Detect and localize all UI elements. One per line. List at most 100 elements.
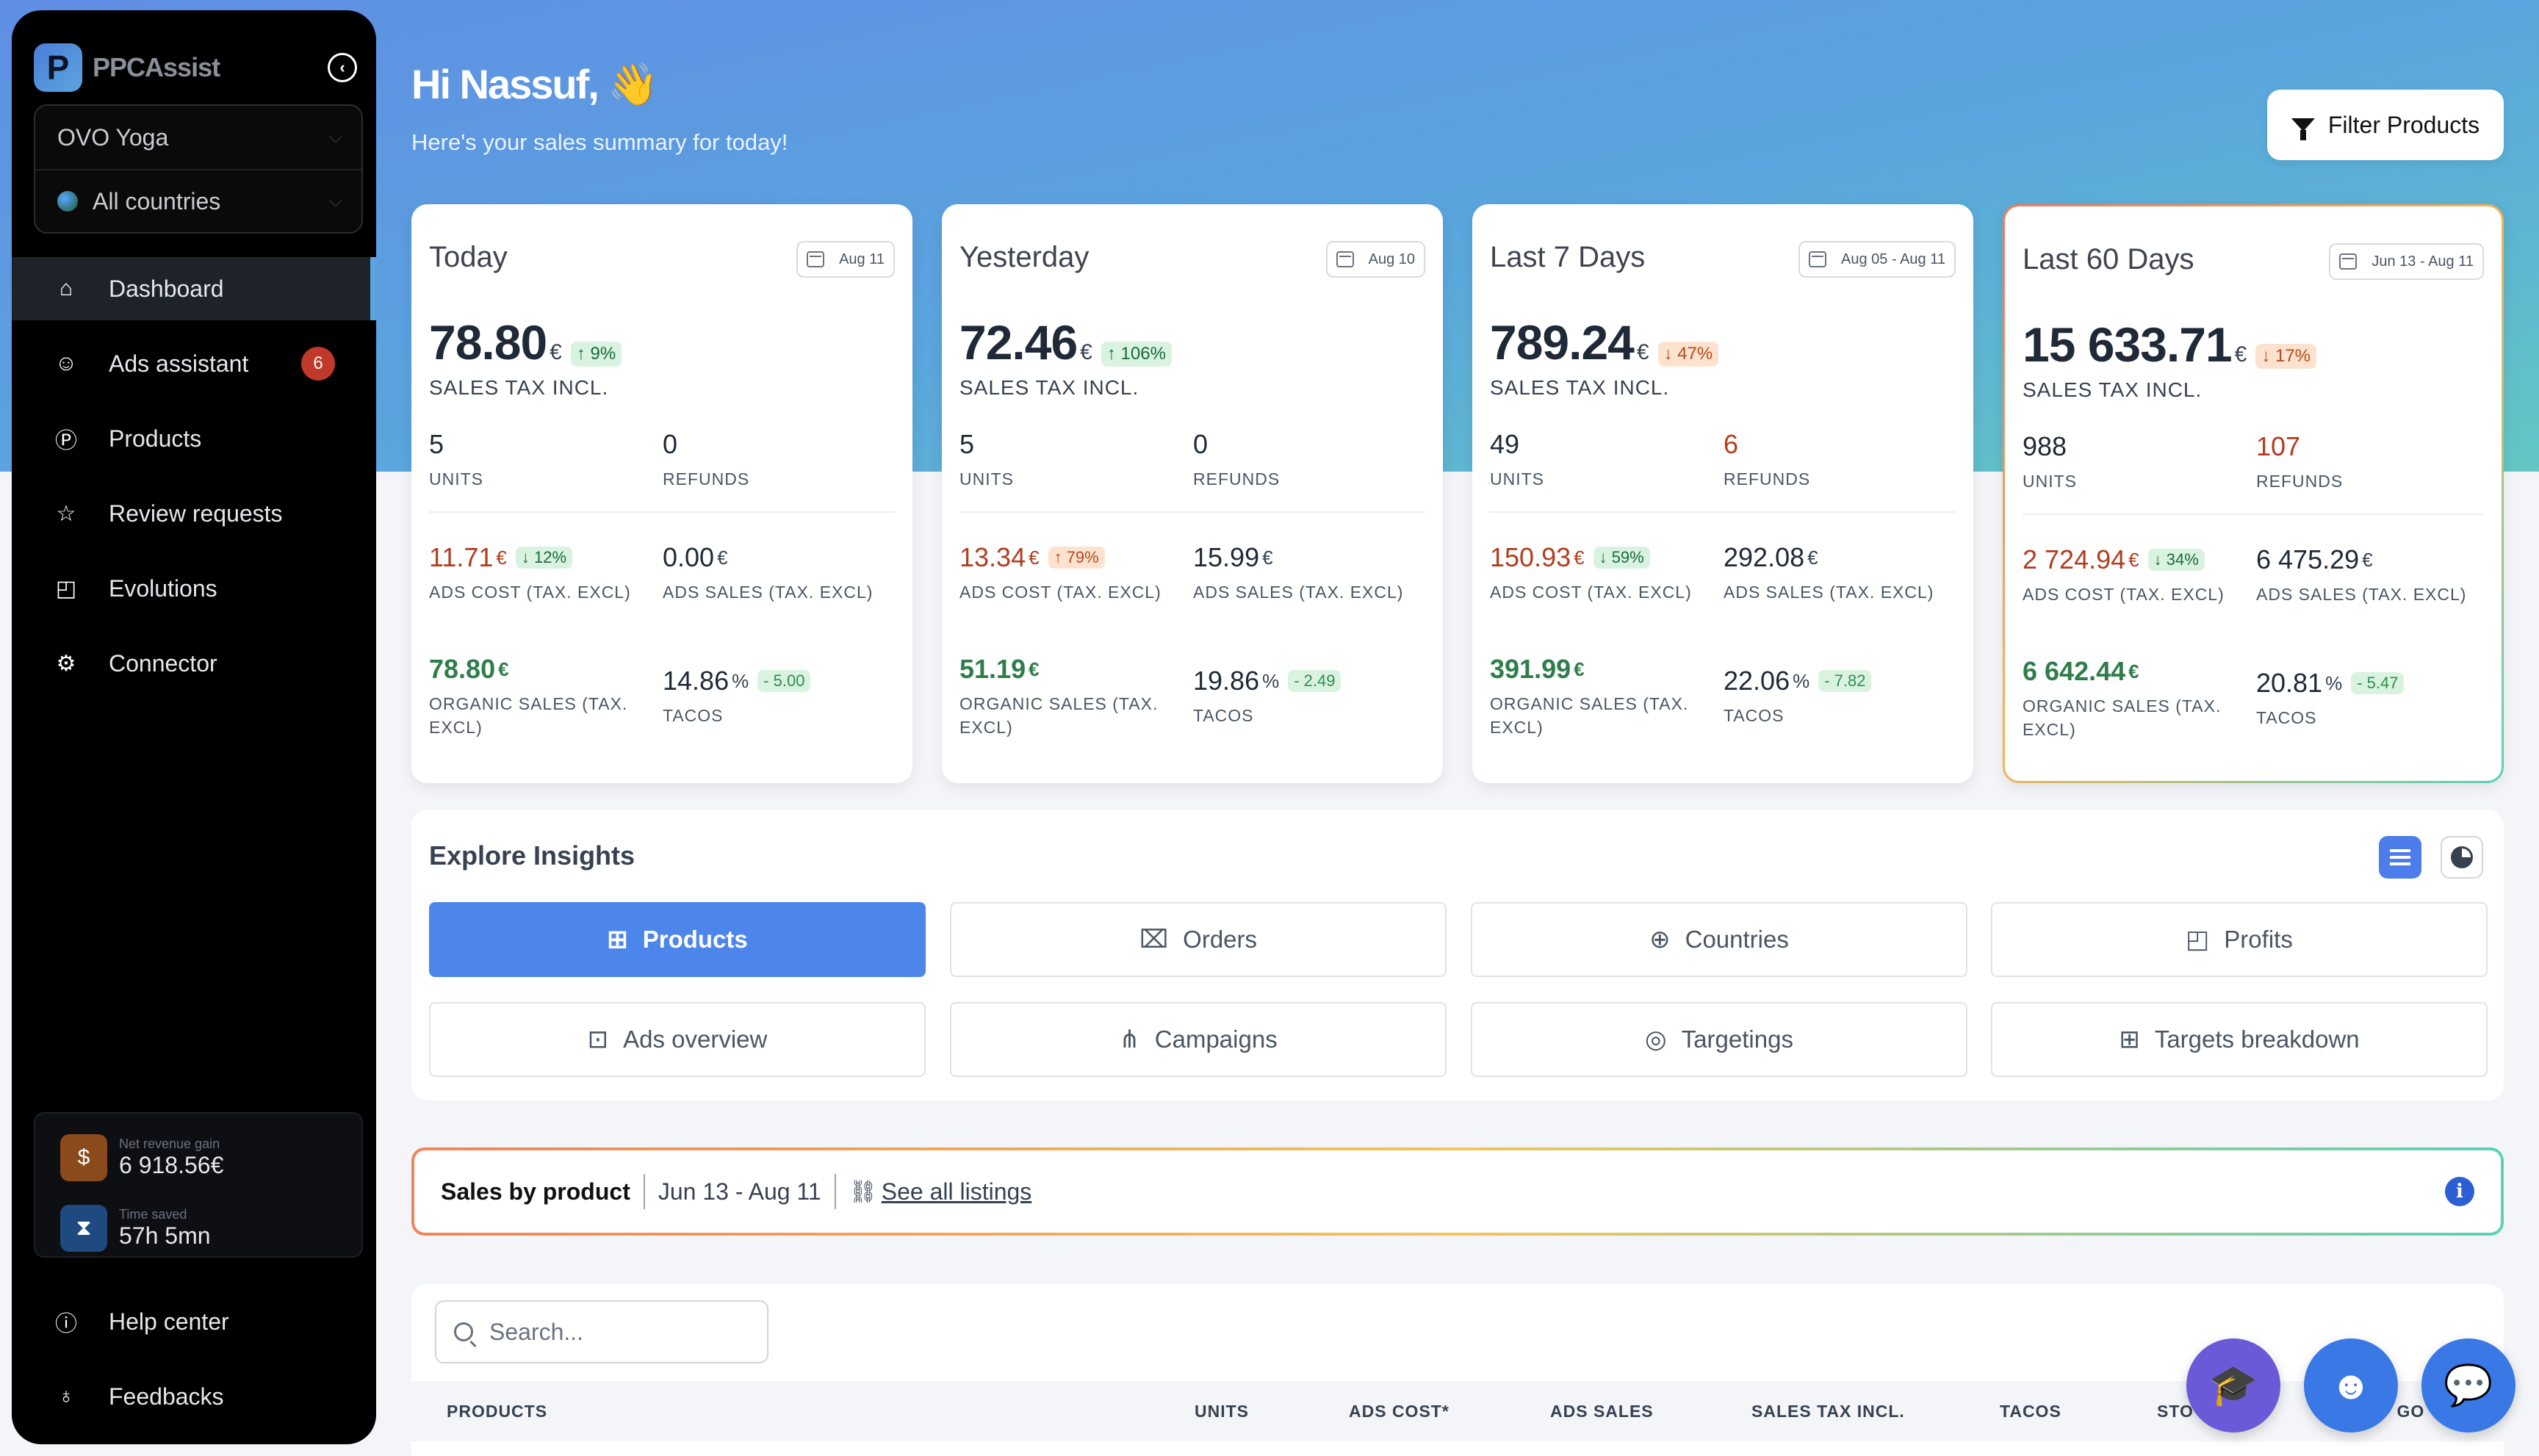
sidebar-item-label: Feedbacks [109, 1383, 224, 1410]
date-chip[interactable]: Jun 13 - Aug 11 [2329, 243, 2484, 280]
currency: € [1029, 657, 1040, 680]
change-badge: ↓ 34% [2147, 549, 2205, 571]
organic-sales-stat: 6 642.44 € ORGANIC SALES (TAX. EXCL) [2023, 656, 2243, 741]
chart-view-button[interactable] [2441, 836, 2483, 879]
store-select[interactable]: OVO Yoga ⌵ [35, 106, 361, 169]
currency: € [550, 340, 562, 364]
sidebar-item-dashboard[interactable]: ⌂ Dashboard [12, 257, 376, 320]
bulb-icon: ♁ [57, 1384, 75, 1408]
organic-sales-value: 6 642.44 € [2023, 656, 2243, 687]
ads-sales-value: 292.08 € [1724, 542, 1944, 573]
grid-icon: ⊞ [2119, 1026, 2140, 1053]
insight-countries-button[interactable]: ⊕ Countries [1471, 902, 1967, 977]
insight-targets-breakdown-button[interactable]: ⊞ Targets breakdown [1991, 1002, 2488, 1077]
currency: € [1080, 340, 1092, 364]
country-select[interactable]: All countries ⌵ [35, 169, 361, 232]
column-header[interactable]: ADS COST* [1349, 1381, 1449, 1441]
tacos-amount: 14.86 [663, 666, 730, 696]
sidebar-item-feedbacks[interactable]: ♁ Feedbacks [12, 1365, 376, 1428]
currency: € [2128, 660, 2139, 682]
refunds-value: 0 [663, 429, 678, 459]
units-value: 49 [1490, 429, 1520, 459]
ads-sales-value: 15.99 € [1193, 542, 1413, 573]
change-badge: - 5.47 [2351, 672, 2405, 694]
refunds-label: REFUNDS [1724, 469, 1811, 489]
date-chip-label: Aug 05 - Aug 11 [1841, 251, 1945, 267]
globe-icon [57, 191, 78, 212]
ads-cost-value: 13.34 € ↑ 79% [959, 542, 1180, 573]
home-icon: ⌂ [59, 276, 73, 300]
percent: % [2325, 671, 2343, 694]
summary-card: Today Aug 11 78.80 € ↑ 9% SALES TAX INCL… [411, 204, 912, 783]
search-input[interactable]: Search... [435, 1300, 768, 1363]
product-icon: Ⓟ [55, 429, 77, 453]
assistant-bot-button[interactable]: ☻ [2304, 1338, 2398, 1432]
divider [2023, 513, 2484, 515]
date-chip[interactable]: Aug 05 - Aug 11 [1798, 241, 1956, 278]
insight-orders-button[interactable]: ⌧ Orders [950, 902, 1447, 977]
sidebar-item-label: Dashboard [109, 275, 224, 302]
see-all-listings-link[interactable]: See all listings [882, 1178, 1032, 1205]
tacos-value: 20.81% - 5.47 [2256, 668, 2477, 699]
insight-products-button[interactable]: ⊞ Products [429, 902, 926, 977]
chat-button[interactable]: 💬 [2421, 1338, 2515, 1432]
list-icon [2390, 849, 2410, 865]
change-badge: ↑ 9% [570, 342, 622, 367]
sidebar-item-connector[interactable]: ⚙ Connector [12, 632, 376, 695]
date-chip[interactable]: Aug 11 [796, 241, 895, 278]
sidebar-item-products[interactable]: Ⓟ Products [12, 407, 376, 470]
ads-cost-stat: 2 724.94 € ↓ 34% ADS COST (TAX. EXCL) [2023, 544, 2243, 606]
ads-sales-stat: 0.00 € ADS SALES (TAX. EXCL) [663, 542, 883, 604]
ads-sales-label: ADS SALES (TAX. EXCL) [1724, 583, 1934, 602]
insight-targetings-button[interactable]: ◎ Targetings [1471, 1002, 1967, 1077]
list-view-button[interactable] [2379, 836, 2421, 879]
sidebar-item-review-requests[interactable]: ☆ Review requests [12, 482, 376, 545]
chat-bubble-icon: 💬 [2443, 1363, 2493, 1408]
column-header[interactable]: SALES TAX INCL. [1751, 1381, 1905, 1441]
ads-sales-stat: 6 475.29 € ADS SALES (TAX. EXCL) [2256, 544, 2477, 606]
organic-sales-value: 78.80 € [429, 654, 649, 685]
currency: € [1807, 546, 1818, 569]
insight-label: Targets breakdown [2154, 1026, 2360, 1053]
column-header[interactable]: ADS SALES [1550, 1381, 1654, 1441]
refunds-value: 6 [1724, 429, 1739, 459]
sidebar-item-label: Review requests [109, 500, 283, 527]
academy-button[interactable]: 🎓 [2186, 1338, 2280, 1432]
units-value: 5 [959, 429, 975, 459]
sidebar-item-help-center[interactable]: ⓘ Help center [12, 1290, 376, 1353]
card-title: Last 60 Days [2023, 243, 2194, 275]
organic-sales-stat: 51.19 € ORGANIC SALES (TAX. EXCL) [959, 654, 1180, 739]
tacos-stat: 19.86% - 2.49 TACOS [1193, 666, 1413, 727]
sidebar-bottom-nav: ⓘ Help center ♁ Feedbacks [12, 1290, 376, 1440]
insight-profits-button[interactable]: ◰ Profits [1991, 902, 2488, 977]
ads-cost-amount: 13.34 [959, 542, 1026, 572]
ads-sales-amount: 15.99 [1193, 542, 1260, 572]
insight-campaigns-button[interactable]: ⋔ Campaigns [950, 1002, 1447, 1077]
sidebar-item-ads-assistant[interactable]: ☺ Ads assistant 6 [12, 332, 376, 395]
tacos-amount: 20.81 [2256, 668, 2323, 698]
ads-sales-label: ADS SALES (TAX. EXCL) [663, 583, 874, 602]
store-country-selector: OVO Yoga ⌵ All countries ⌵ [34, 104, 363, 234]
filter-products-button[interactable]: Filter Products [2267, 90, 2504, 160]
logo[interactable]: P PPCAssist ‹ [34, 32, 357, 103]
sidebar-item-label: Connector [109, 649, 217, 677]
star-icon: ☆ [56, 501, 76, 526]
change-badge: - 5.00 [757, 670, 811, 692]
refunds-value: 107 [2256, 431, 2301, 461]
filter-products-label: Filter Products [2327, 111, 2480, 138]
ads-sales-amount: 6 475.29 [2256, 544, 2360, 574]
explore-insights: Explore Insights ⊞ Products ⌧ Orders ⊕ Coun… [411, 810, 2504, 1100]
sidebar-item-evolutions[interactable]: ◰ Evolutions [12, 557, 376, 620]
column-header[interactable]: UNITS [1195, 1381, 1249, 1441]
date-chip[interactable]: Aug 10 [1325, 241, 1425, 278]
insight-ads-overview-button[interactable]: ⊡ Ads overview [429, 1002, 926, 1077]
info-icon[interactable]: i [2445, 1177, 2474, 1206]
sales-label: SALES TAX INCL. [1490, 376, 1670, 399]
organic-sales-value: 51.19 € [959, 654, 1180, 685]
refunds-label: REFUNDS [1193, 469, 1281, 489]
organic-sales-amount: 78.80 [429, 654, 496, 684]
column-header[interactable]: TACOS [2000, 1381, 2061, 1441]
stat-label: Net revenue gain [119, 1136, 220, 1151]
column-header[interactable]: PRODUCTS [447, 1381, 547, 1441]
collapse-sidebar-icon[interactable]: ‹ [328, 53, 357, 82]
